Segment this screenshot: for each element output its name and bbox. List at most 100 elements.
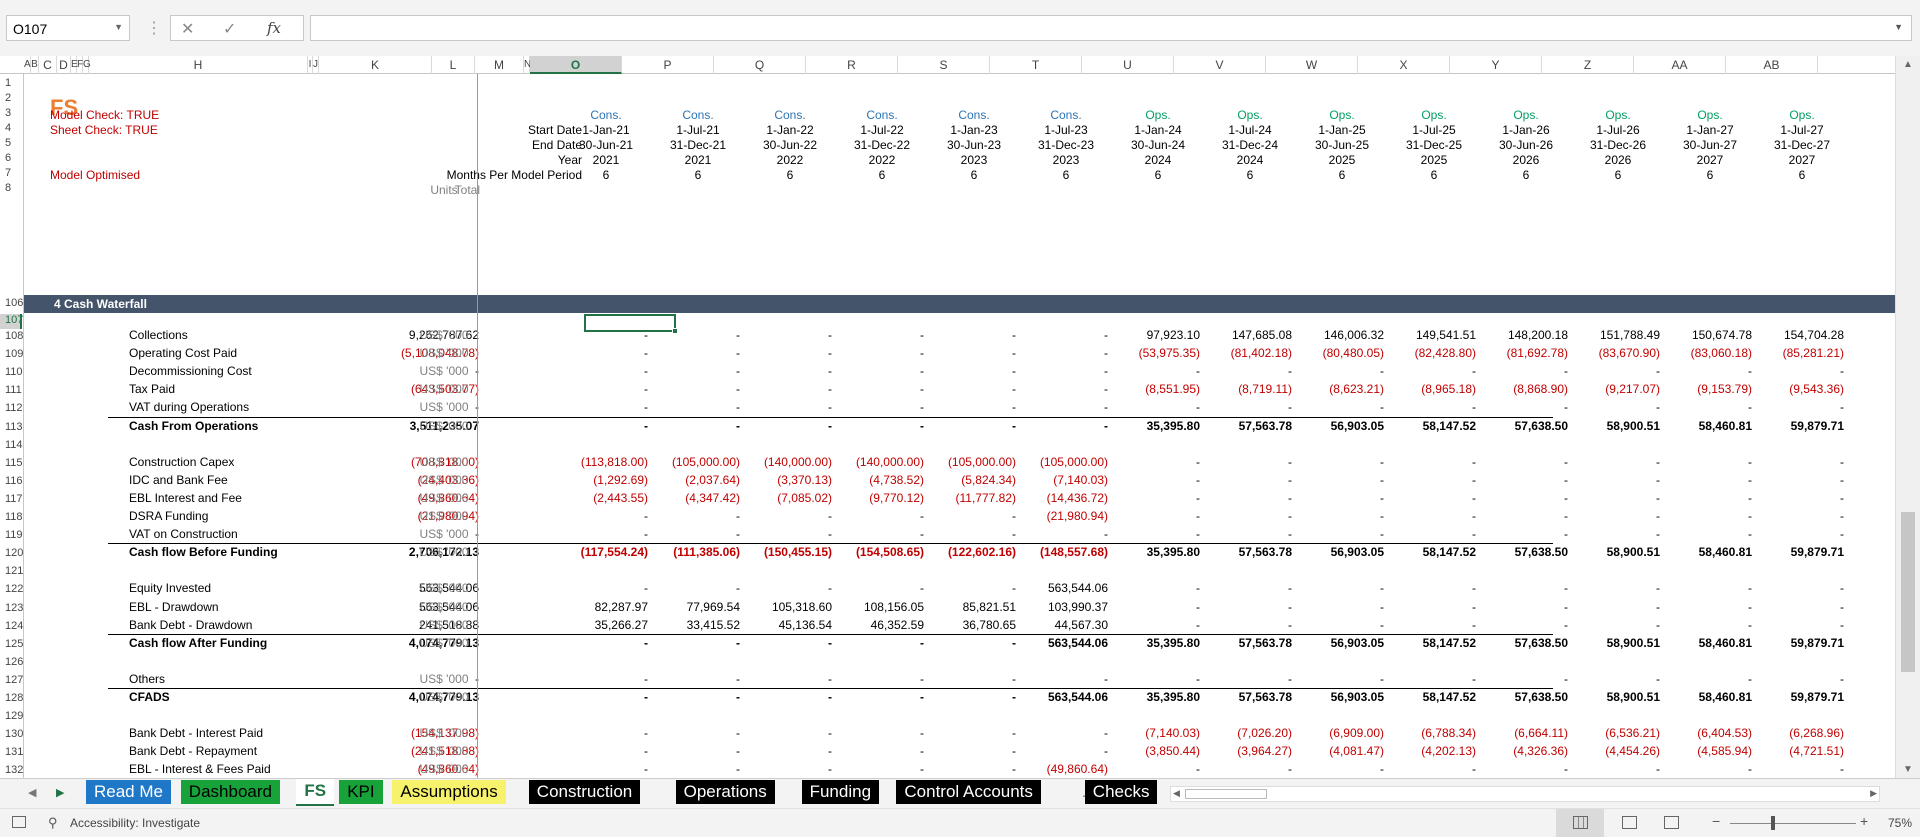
- data-cell[interactable]: 33,415.52: [648, 617, 740, 633]
- data-cell[interactable]: (11,777.82): [924, 490, 1017, 506]
- data-cell[interactable]: -: [924, 635, 1016, 651]
- data-cell[interactable]: (3,964.27): [1200, 743, 1292, 759]
- data-cell[interactable]: 147,685.08: [1200, 327, 1292, 343]
- data-cell[interactable]: -: [556, 381, 648, 397]
- data-cell[interactable]: 59,879.71: [1752, 689, 1844, 705]
- row-header[interactable]: 3: [0, 107, 22, 122]
- page-break-icon[interactable]: [1664, 816, 1679, 829]
- data-cell[interactable]: -: [1292, 617, 1384, 633]
- data-cell[interactable]: 85,821.51: [924, 599, 1016, 615]
- insert-function-icon[interactable]: fx: [267, 19, 281, 37]
- data-cell[interactable]: (3,370.13): [740, 472, 832, 488]
- data-cell[interactable]: -: [1108, 454, 1200, 470]
- data-cell[interactable]: 58,900.51: [1568, 544, 1660, 560]
- data-cell[interactable]: -: [1384, 761, 1476, 777]
- data-cell[interactable]: -: [648, 381, 740, 397]
- data-cell[interactable]: -: [1568, 399, 1660, 415]
- data-cell[interactable]: -: [1200, 363, 1292, 379]
- data-cell[interactable]: -: [924, 671, 1016, 687]
- data-cell[interactable]: -: [740, 345, 832, 361]
- data-cell[interactable]: 57,563.78: [1200, 544, 1292, 560]
- data-cell[interactable]: -: [1384, 363, 1476, 379]
- data-cell[interactable]: (4,585.94): [1660, 743, 1752, 759]
- data-cell[interactable]: -: [1200, 580, 1292, 596]
- data-cell[interactable]: (140,000.00): [740, 454, 832, 470]
- row-header[interactable]: 117: [0, 493, 23, 508]
- data-cell[interactable]: -: [1292, 399, 1384, 415]
- tab-operations[interactable]: Operations: [675, 780, 775, 804]
- data-cell[interactable]: -: [1752, 599, 1844, 615]
- data-cell[interactable]: (148,557.68): [1016, 544, 1108, 560]
- data-cell[interactable]: (85,281.21): [1752, 345, 1844, 361]
- data-cell[interactable]: -: [924, 761, 1016, 777]
- data-cell[interactable]: -: [832, 345, 924, 361]
- data-cell[interactable]: 35,395.80: [1108, 689, 1200, 705]
- data-cell[interactable]: -: [1568, 526, 1660, 542]
- data-cell[interactable]: -: [556, 743, 648, 759]
- row-header[interactable]: 112: [0, 402, 23, 417]
- data-cell[interactable]: -: [740, 363, 832, 379]
- data-cell[interactable]: 82,287.97: [556, 599, 648, 615]
- vertical-scrollbar[interactable]: ▲ ▼: [1895, 56, 1920, 778]
- row-header[interactable]: 108: [0, 330, 23, 345]
- data-cell[interactable]: -: [1292, 472, 1384, 488]
- data-cell[interactable]: -: [556, 671, 648, 687]
- data-cell[interactable]: -: [648, 327, 740, 343]
- tab-fs[interactable]: FS: [296, 779, 335, 806]
- data-cell[interactable]: -: [1568, 761, 1660, 777]
- data-cell[interactable]: -: [1568, 599, 1660, 615]
- zoom-slider-thumb[interactable]: [1771, 816, 1775, 830]
- data-cell[interactable]: -: [1292, 599, 1384, 615]
- tab-control-accounts[interactable]: Control Accounts: [896, 780, 1041, 804]
- page-layout-icon[interactable]: [1622, 816, 1637, 829]
- data-cell[interactable]: -: [1108, 617, 1200, 633]
- row-header[interactable]: 8: [0, 182, 22, 197]
- accessibility-status[interactable]: Accessibility: Investigate: [70, 816, 200, 830]
- zoom-out-icon[interactable]: −: [1712, 813, 1720, 829]
- data-cell[interactable]: (1,292.69): [556, 472, 648, 488]
- data-cell[interactable]: (140,000.00): [832, 454, 924, 470]
- zoom-slider[interactable]: [1730, 823, 1856, 824]
- tab-read-me[interactable]: Read Me: [86, 780, 171, 804]
- zoom-level[interactable]: 75%: [1888, 816, 1912, 830]
- data-cell[interactable]: 146,006.32: [1292, 327, 1384, 343]
- data-cell[interactable]: -: [1752, 490, 1844, 506]
- expand-formula-icon[interactable]: ▼: [1894, 22, 1903, 32]
- data-cell[interactable]: 149,541.51: [1384, 327, 1476, 343]
- row-header[interactable]: 125: [0, 638, 23, 653]
- data-cell[interactable]: -: [1568, 454, 1660, 470]
- data-cell[interactable]: 97,923.10: [1108, 327, 1200, 343]
- col-header-c[interactable]: C: [39, 56, 57, 74]
- data-cell[interactable]: -: [648, 526, 740, 542]
- data-cell[interactable]: -: [832, 725, 924, 741]
- data-cell[interactable]: -: [648, 418, 740, 434]
- col-header-k[interactable]: K: [319, 56, 432, 74]
- col-header-l[interactable]: L: [432, 56, 475, 74]
- data-cell[interactable]: 58,460.81: [1660, 544, 1752, 560]
- data-cell[interactable]: -: [1476, 599, 1568, 615]
- data-cell[interactable]: -: [1108, 526, 1200, 542]
- data-cell[interactable]: -: [648, 363, 740, 379]
- data-cell[interactable]: 57,563.78: [1200, 418, 1292, 434]
- data-cell[interactable]: 563,544.06: [1016, 635, 1108, 651]
- data-cell[interactable]: 58,147.52: [1384, 418, 1476, 434]
- data-cell[interactable]: 154,704.28: [1752, 327, 1844, 343]
- data-cell[interactable]: -: [1292, 671, 1384, 687]
- data-cell[interactable]: -: [1200, 761, 1292, 777]
- data-cell[interactable]: -: [832, 671, 924, 687]
- col-header-x[interactable]: X: [1358, 56, 1450, 74]
- data-cell[interactable]: -: [1384, 599, 1476, 615]
- data-cell[interactable]: 35,395.80: [1108, 544, 1200, 560]
- data-cell[interactable]: -: [1384, 671, 1476, 687]
- data-cell[interactable]: -: [1476, 472, 1568, 488]
- data-cell[interactable]: 36,780.65: [924, 617, 1016, 633]
- data-cell[interactable]: -: [1384, 454, 1476, 470]
- tab-assumptions[interactable]: Assumptions: [392, 780, 506, 804]
- row-header[interactable]: 115: [0, 457, 23, 472]
- data-cell[interactable]: 56,903.05: [1292, 689, 1384, 705]
- data-cell[interactable]: -: [1016, 743, 1108, 759]
- data-cell[interactable]: -: [1660, 617, 1752, 633]
- name-box[interactable]: O107 ▼: [6, 15, 130, 41]
- data-cell[interactable]: -: [740, 689, 832, 705]
- data-cell[interactable]: -: [1108, 399, 1200, 415]
